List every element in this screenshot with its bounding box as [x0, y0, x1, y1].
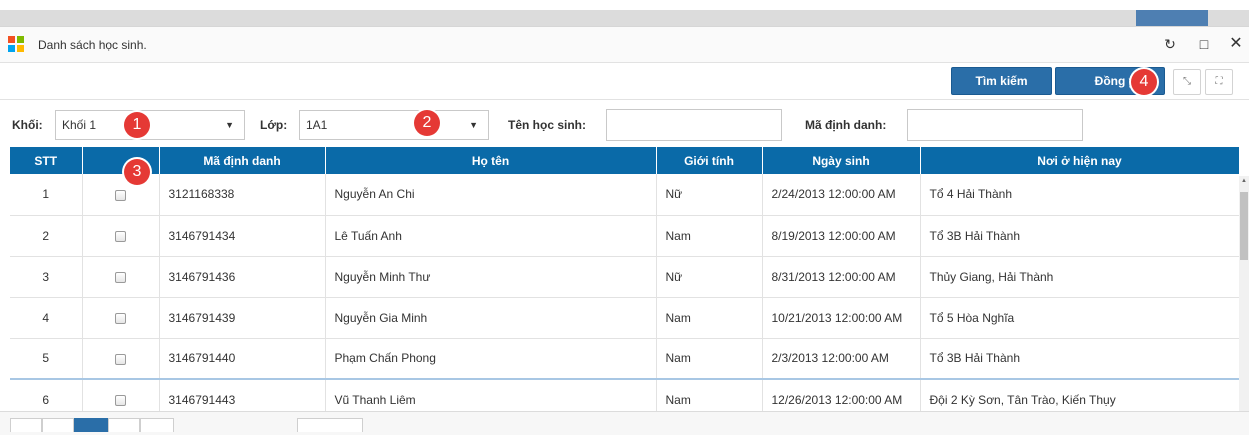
row-checkbox[interactable]: [115, 230, 126, 242]
column-header-name[interactable]: Họ tên: [325, 147, 657, 174]
table-row[interactable]: 3 3146791436 Nguyễn Minh Thư Nữ 8/31/201…: [10, 256, 1239, 298]
fullscreen-icon[interactable]: ⛶: [1205, 69, 1233, 95]
background-button: [1136, 10, 1208, 26]
cell-select: [82, 174, 160, 216]
vertical-scrollbar[interactable]: ▲ ▼: [1239, 176, 1249, 435]
cell-dob: 10/21/2013 12:00:00 AM: [762, 297, 921, 339]
cell-gender: Nữ: [656, 256, 763, 298]
chevron-down-icon: ▼: [225, 120, 234, 130]
cell-dob: 2/24/2013 12:00:00 AM: [762, 174, 921, 216]
grade-select-value: Khối 1: [62, 118, 97, 132]
student-table: STT Mã định danh Họ tên Giới tính Ngày s…: [10, 147, 1239, 417]
row-checkbox[interactable]: [115, 189, 126, 201]
class-select-value: 1A1: [306, 118, 328, 132]
table-row[interactable]: 4 3146791439 Nguyễn Gia Minh Nam 10/21/2…: [10, 297, 1239, 339]
grade-select[interactable]: Khối 1 ▼: [55, 110, 245, 140]
cell-stt: 1: [10, 174, 83, 216]
cell-address: Tổ 3B Hải Thành: [920, 338, 1239, 380]
step-badge-3: 3: [124, 159, 150, 185]
class-select[interactable]: 1A1 ▼: [299, 110, 489, 140]
id-label: Mã định danh:: [805, 118, 887, 132]
row-checkbox[interactable]: [115, 271, 126, 283]
cell-name: Phạm Chấn Phong: [325, 338, 657, 380]
row-checkbox[interactable]: [115, 395, 126, 407]
cell-dob: 8/19/2013 12:00:00 AM: [762, 215, 921, 257]
cell-id: 3121168338: [159, 174, 326, 216]
cell-id: 3146791434: [159, 215, 326, 257]
cell-id: 3146791440: [159, 338, 326, 380]
dialog-title: Danh sách học sinh.: [38, 38, 147, 52]
student-list-dialog: Danh sách học sinh. ↻ □ ✕ Tìm kiếm Đồng …: [0, 26, 1249, 435]
cell-select: [82, 338, 160, 380]
cell-stt: 5: [10, 338, 83, 380]
class-label: Lớp:: [260, 118, 288, 132]
windows-logo-icon: [8, 36, 24, 52]
cell-address: Tổ 4 Hải Thành: [920, 174, 1239, 216]
cell-id: 3146791439: [159, 297, 326, 339]
table-row[interactable]: 2 3146791434 Lê Tuấn Anh Nam 8/19/2013 1…: [10, 215, 1239, 257]
dialog-titlebar: Danh sách học sinh. ↻ □ ✕: [0, 27, 1249, 63]
pager-strip: [0, 411, 1249, 435]
refresh-icon[interactable]: ↻: [1161, 34, 1179, 54]
chevron-down-icon: ▼: [469, 120, 478, 130]
cell-address: Tổ 5 Hòa Nghĩa: [920, 297, 1239, 339]
cell-gender: Nam: [656, 297, 763, 339]
student-name-label: Tên học sinh:: [508, 118, 586, 132]
collapse-icon[interactable]: ⤡: [1173, 69, 1201, 95]
column-header-address[interactable]: Nơi ở hiện nay: [920, 147, 1239, 174]
cell-select: [82, 256, 160, 298]
cell-name: Nguyễn An Chi: [325, 174, 657, 216]
grade-label: Khối:: [12, 118, 43, 132]
cell-select: [82, 297, 160, 339]
cell-gender: Nam: [656, 338, 763, 380]
column-header-id[interactable]: Mã định danh: [159, 147, 326, 174]
row-checkbox[interactable]: [115, 312, 126, 324]
step-badge-4: 4: [1131, 69, 1157, 95]
id-input[interactable]: [907, 109, 1083, 141]
cell-select: [82, 215, 160, 257]
cell-dob: 8/31/2013 12:00:00 AM: [762, 256, 921, 298]
column-header-gender[interactable]: Giới tính: [656, 147, 763, 174]
table-row[interactable]: 5 3146791440 Phạm Chấn Phong Nam 2/3/201…: [10, 338, 1239, 380]
pager-current-page[interactable]: [74, 418, 108, 432]
cell-gender: Nam: [656, 215, 763, 257]
column-header-stt[interactable]: STT: [10, 147, 83, 174]
table-row[interactable]: 1 3121168338 Nguyễn An Chi Nữ 2/24/2013 …: [10, 174, 1239, 216]
background-top-strip: [0, 0, 1249, 26]
scroll-up-icon[interactable]: ▲: [1240, 178, 1248, 184]
cell-id: 3146791436: [159, 256, 326, 298]
filter-bar: Khối: Khối 1 ▼ 1 Lớp: 1A1 ▼ 2 Tên học si…: [0, 99, 1249, 147]
scroll-thumb[interactable]: [1240, 192, 1248, 260]
cell-stt: 3: [10, 256, 83, 298]
dialog-toolbar: Tìm kiếm Đồng ý 4 ⤡ ⛶: [0, 63, 1249, 99]
close-icon[interactable]: ✕: [1227, 34, 1245, 54]
cell-dob: 2/3/2013 12:00:00 AM: [762, 338, 921, 380]
step-badge-1: 1: [124, 112, 150, 138]
pager-first-button[interactable]: [10, 418, 42, 432]
pager-next-button[interactable]: [108, 418, 140, 432]
cell-address: Tổ 3B Hải Thành: [920, 215, 1239, 257]
pager-prev-button[interactable]: [42, 418, 74, 432]
column-header-dob[interactable]: Ngày sinh: [762, 147, 921, 174]
cell-name: Lê Tuấn Anh: [325, 215, 657, 257]
search-button[interactable]: Tìm kiếm: [951, 67, 1052, 95]
cell-address: Thủy Giang, Hải Thành: [920, 256, 1239, 298]
student-name-input[interactable]: [606, 109, 782, 141]
pager-last-button[interactable]: [140, 418, 174, 432]
page-size-select[interactable]: [297, 418, 363, 432]
cell-stt: 2: [10, 215, 83, 257]
student-grid: STT Mã định danh Họ tên Giới tính Ngày s…: [10, 147, 1239, 417]
step-badge-2: 2: [414, 110, 440, 136]
cell-gender: Nữ: [656, 174, 763, 216]
cell-name: Nguyễn Gia Minh: [325, 297, 657, 339]
row-checkbox[interactable]: [115, 353, 126, 365]
background-band: [0, 10, 1249, 26]
table-header-row: STT Mã định danh Họ tên Giới tính Ngày s…: [10, 147, 1239, 174]
maximize-icon[interactable]: □: [1195, 34, 1213, 54]
cell-stt: 4: [10, 297, 83, 339]
cell-name: Nguyễn Minh Thư: [325, 256, 657, 298]
